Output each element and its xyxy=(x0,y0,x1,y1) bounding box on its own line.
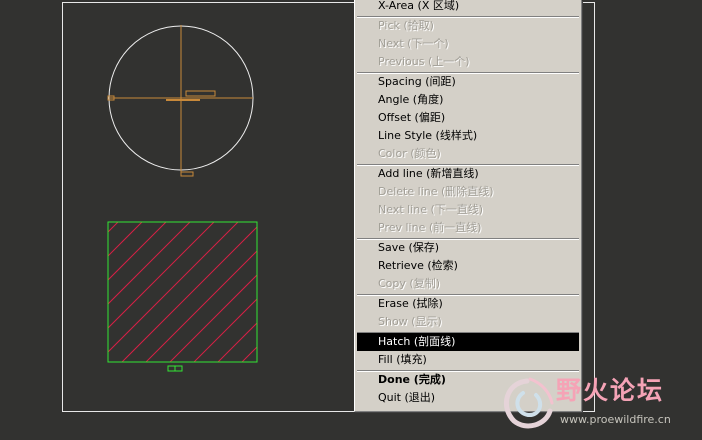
hatch-line xyxy=(0,220,72,364)
hatch-pattern xyxy=(0,220,257,364)
bottom-axis-tag xyxy=(180,171,194,177)
hatch-line xyxy=(121,226,257,362)
hatch-line xyxy=(108,222,143,257)
menu-item-copy: Copy (复制) xyxy=(378,277,440,290)
menu-item-line-style[interactable]: Line Style (线样式) xyxy=(357,127,579,145)
hatch-line xyxy=(108,222,215,329)
menu-item-spacing[interactable]: Spacing (间距) xyxy=(357,73,579,91)
watermark-title: 野火论坛 xyxy=(556,376,665,405)
flame-logo-icon xyxy=(503,377,554,429)
menu-item-save[interactable]: Save (保存) xyxy=(357,239,579,257)
axis-label-box xyxy=(185,90,216,97)
hatch-line xyxy=(108,222,191,305)
menu-item-retrieve[interactable]: Retrieve (检索) xyxy=(357,257,579,275)
section-marker xyxy=(167,365,183,372)
hatch-line xyxy=(169,274,257,362)
hatch-line xyxy=(108,222,119,233)
hatch-line xyxy=(108,222,167,281)
menu-item-hatch[interactable]: Hatch (剖面线) xyxy=(357,333,579,351)
menu-item-delete-line: Delete line (删除直线) xyxy=(378,185,494,198)
forum-watermark: 野火论坛 www.proewildfire.cn xyxy=(490,368,702,440)
hatch-line xyxy=(108,222,239,353)
hatch-line xyxy=(193,298,257,362)
menu-item-x-area[interactable]: X-Area (X 区域) xyxy=(357,0,579,15)
menu-item-prev-line: Prev line (前一直线) xyxy=(378,221,482,234)
watermark-url: www.proewildfire.cn xyxy=(560,413,671,426)
hatch-line xyxy=(145,250,257,362)
menu-item-next-line: Next line (下一直线) xyxy=(378,203,484,216)
hatch-line xyxy=(217,322,257,362)
menu-item-offset[interactable]: Offset (偏距) xyxy=(357,109,579,127)
hatch-menu: X-Area (X 区域) Pick (拾取) Next (下一个) Previous… xyxy=(354,0,582,412)
menu-item-fill[interactable]: Fill (填充) xyxy=(357,351,579,369)
hatch-line xyxy=(0,220,96,364)
menu-item-add-line[interactable]: Add line (新增直线) xyxy=(357,165,579,183)
menu-item-show: Show (显示) xyxy=(378,315,442,328)
menu-item-pick: Pick (拾取) xyxy=(378,19,434,32)
circular-view xyxy=(107,25,254,177)
menu-item-next: Next (下一个) xyxy=(378,37,449,50)
menu-item-angle[interactable]: Angle (角度) xyxy=(357,91,579,109)
menu-item-previous: Previous (上一个) xyxy=(378,55,470,68)
menu-item-erase[interactable]: Erase (拭除) xyxy=(357,295,579,313)
menu-item-color: Color (颜色) xyxy=(378,147,441,160)
section-boundary[interactable] xyxy=(107,221,258,363)
